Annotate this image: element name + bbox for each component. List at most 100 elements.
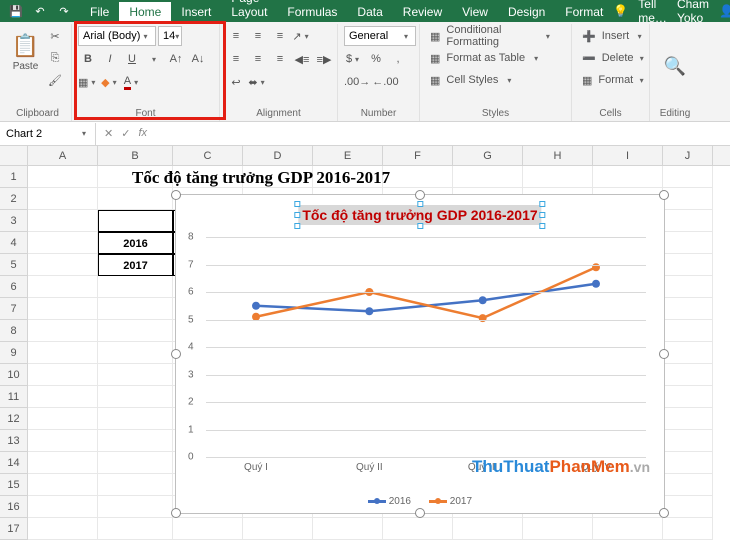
borders-icon[interactable]: ▦▾: [78, 72, 98, 92]
fx-icon[interactable]: fx: [138, 127, 147, 140]
title-handle[interactable]: [540, 223, 546, 229]
legend-item-2016[interactable]: 2016: [368, 496, 411, 507]
cell-I17[interactable]: [593, 518, 663, 540]
conditional-formatting-button[interactable]: ▦Conditional Formatting▾: [426, 26, 556, 46]
orientation-icon[interactable]: ↗▾: [292, 26, 312, 46]
cell-A5[interactable]: [28, 254, 98, 276]
cell-J15[interactable]: [663, 474, 713, 496]
name-box[interactable]: Chart 2▾: [0, 123, 96, 145]
row-header-1[interactable]: 1: [0, 166, 28, 188]
formula-input[interactable]: [155, 123, 730, 145]
row-header-13[interactable]: 13: [0, 430, 28, 452]
cell-styles-button[interactable]: ▦Cell Styles▾: [426, 70, 556, 90]
format-painter-icon[interactable]: 🖌: [45, 70, 65, 90]
percent-icon[interactable]: %: [366, 49, 386, 69]
cell-B4[interactable]: 2016: [98, 232, 173, 254]
cell-B8[interactable]: [98, 320, 173, 342]
row-header-3[interactable]: 3: [0, 210, 28, 232]
cell-B5[interactable]: 2017: [98, 254, 173, 276]
cell-A9[interactable]: [28, 342, 98, 364]
undo-icon[interactable]: ↶: [32, 3, 48, 19]
bold-button[interactable]: B: [78, 49, 98, 69]
row-header-9[interactable]: 9: [0, 342, 28, 364]
grow-font-icon[interactable]: A↑: [166, 49, 186, 69]
shrink-font-icon[interactable]: A↓: [188, 49, 208, 69]
accounting-icon[interactable]: $▾: [344, 49, 364, 69]
tab-review[interactable]: Review: [393, 2, 452, 22]
select-all-corner[interactable]: [0, 146, 28, 165]
cell-A14[interactable]: [28, 452, 98, 474]
cut-icon[interactable]: ✂: [45, 26, 65, 46]
delete-cells-button[interactable]: ➖Delete▾: [578, 48, 648, 68]
row-header-16[interactable]: 16: [0, 496, 28, 518]
worksheet-grid[interactable]: ABCDEFGHIJ Tốc độ tăng trưởng GDP 2016-2…: [0, 146, 730, 540]
tab-page-layout[interactable]: Page Layout: [221, 0, 277, 22]
fill-color-icon[interactable]: ◆▾: [100, 72, 120, 92]
chart-object[interactable]: Tốc độ tăng trưởng GDP 2016-2017 0123456…: [175, 194, 665, 514]
cell-A13[interactable]: [28, 430, 98, 452]
row-header-15[interactable]: 15: [0, 474, 28, 496]
cell-G1[interactable]: [453, 166, 523, 188]
cell-A17[interactable]: [28, 518, 98, 540]
cell-J11[interactable]: [663, 386, 713, 408]
cell-A12[interactable]: [28, 408, 98, 430]
cell-B12[interactable]: [98, 408, 173, 430]
resize-handle-nw[interactable]: [171, 190, 181, 200]
cell-J13[interactable]: [663, 430, 713, 452]
col-header-G[interactable]: G: [453, 146, 523, 165]
cell-A8[interactable]: [28, 320, 98, 342]
col-header-J[interactable]: J: [663, 146, 713, 165]
inc-decimal-icon[interactable]: .00→: [344, 72, 370, 92]
number-format-select[interactable]: General▾: [344, 26, 416, 46]
chart-title[interactable]: Tốc độ tăng trưởng GDP 2016-2017: [298, 205, 541, 225]
cell-J6[interactable]: [663, 276, 713, 298]
cell-A11[interactable]: [28, 386, 98, 408]
tab-view[interactable]: View: [452, 2, 498, 22]
align-right-icon[interactable]: ≡: [270, 49, 290, 69]
tab-formulas[interactable]: Formulas: [277, 2, 347, 22]
row-header-2[interactable]: 2: [0, 188, 28, 210]
cell-J8[interactable]: [663, 320, 713, 342]
row-header-5[interactable]: 5: [0, 254, 28, 276]
chart-plot-area[interactable]: 012345678Quý IQuý IIQuý IIIQuý IV: [206, 237, 646, 457]
cell-H17[interactable]: [523, 518, 593, 540]
cell-I1[interactable]: [593, 166, 663, 188]
cell-A2[interactable]: [28, 188, 98, 210]
align-bottom-icon[interactable]: ≡: [270, 26, 290, 46]
row-header-14[interactable]: 14: [0, 452, 28, 474]
resize-handle-ne[interactable]: [659, 190, 669, 200]
format-cells-button[interactable]: ▦Format▾: [578, 70, 648, 90]
indent-inc-icon[interactable]: ≡▶: [314, 49, 334, 69]
col-header-H[interactable]: H: [523, 146, 593, 165]
cell-A15[interactable]: [28, 474, 98, 496]
resize-handle-sw[interactable]: [171, 508, 181, 518]
cell-A16[interactable]: [28, 496, 98, 518]
cell-J16[interactable]: [663, 496, 713, 518]
cell-B15[interactable]: [98, 474, 173, 496]
cell-B3[interactable]: [98, 210, 173, 232]
cell-A10[interactable]: [28, 364, 98, 386]
row-header-8[interactable]: 8: [0, 320, 28, 342]
title-handle[interactable]: [417, 223, 423, 229]
cell-F1[interactable]: [383, 166, 453, 188]
cell-A1[interactable]: [28, 166, 98, 188]
tab-insert[interactable]: Insert: [171, 2, 221, 22]
tab-design[interactable]: Design: [498, 2, 555, 22]
font-name-select[interactable]: Arial (Body)▾: [78, 26, 156, 46]
enter-icon[interactable]: ✓: [121, 127, 130, 140]
col-header-F[interactable]: F: [383, 146, 453, 165]
comma-icon[interactable]: ,: [388, 49, 408, 69]
font-color-icon[interactable]: A▾: [122, 72, 142, 92]
cell-J2[interactable]: [663, 188, 713, 210]
save-icon[interactable]: 💾: [8, 3, 24, 19]
cell-J3[interactable]: [663, 210, 713, 232]
legend-item-2017[interactable]: 2017: [429, 496, 472, 507]
insert-cells-button[interactable]: ➕Insert▾: [578, 26, 648, 46]
paste-button[interactable]: 📋 Paste: [10, 26, 41, 78]
cell-C17[interactable]: [173, 518, 243, 540]
align-top-icon[interactable]: ≡: [226, 26, 246, 46]
align-middle-icon[interactable]: ≡: [248, 26, 268, 46]
cell-B11[interactable]: [98, 386, 173, 408]
cell-E17[interactable]: [313, 518, 383, 540]
row-header-10[interactable]: 10: [0, 364, 28, 386]
